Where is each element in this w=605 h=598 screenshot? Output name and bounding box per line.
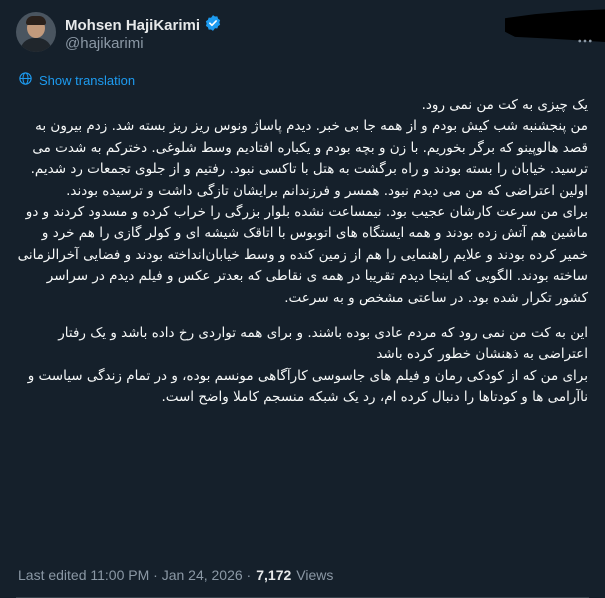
tweet-text: یک چیزی به کت من نمی رود. من پنجشنبه شب … — [16, 95, 588, 409]
author-handle[interactable]: @hajikarimi — [65, 35, 144, 52]
views-count: 7,172 — [256, 567, 292, 583]
tweet-line: برای من که از کودکی رمان و فیلم های جاسو… — [27, 367, 588, 406]
author-display-name[interactable]: Mohsen HajiKarimi — [65, 17, 200, 34]
show-translation-label[interactable]: Show translation — [39, 73, 135, 88]
views-label: Views — [296, 567, 334, 583]
tweet-line: این به کت من نمی رود که مردم عادی بوده ب… — [58, 325, 588, 363]
tweet-line: برای من سرعت کارشان عجیب بود. نیمساعت نش… — [17, 204, 588, 306]
globe-icon — [18, 71, 33, 89]
tweet-line: اولین اعتراضی که من می دیدم نبود. همسر و… — [66, 182, 588, 199]
verified-badge-icon — [204, 14, 222, 36]
more-options-icon[interactable] — [576, 32, 594, 54]
show-translation-link[interactable]: Show translation — [18, 71, 135, 89]
avatar[interactable] — [16, 12, 56, 52]
author-name-row[interactable]: Mohsen HajiKarimi — [65, 14, 222, 36]
tweet-line: من پنجشنبه شب کیش بودم و از همه جا بی خب… — [30, 118, 588, 178]
tweet-line: یک چیزی به کت من نمی رود. — [421, 97, 588, 113]
tweet-meta: Last edited 11:00 PM · Jan 24, 2026 · 7,… — [18, 567, 333, 583]
edited-timestamp[interactable]: Last edited 11:00 PM · Jan 24, 2026 · — [18, 567, 251, 583]
